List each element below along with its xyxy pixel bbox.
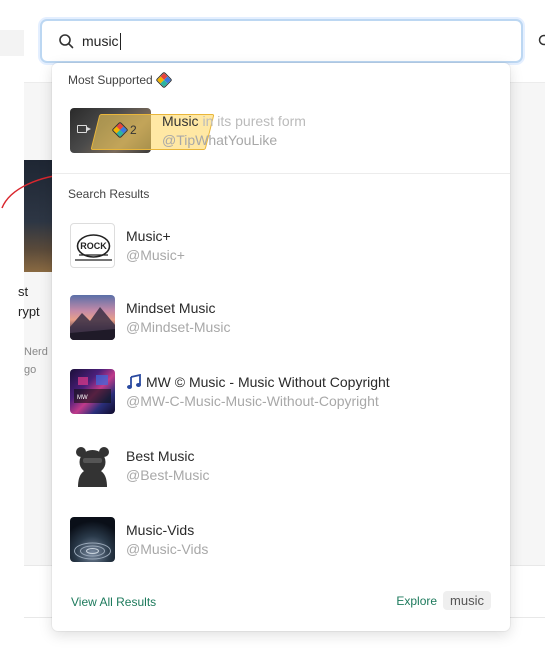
result-handle: @Music-Vids [126,540,209,557]
result-handle: @Mindset-Music [126,318,231,335]
result-handle: @Best-Music [126,466,210,483]
search-icon [59,34,74,49]
result-name: Music+ [126,227,171,244]
section-divider [52,173,510,174]
video-camera-icon [77,125,91,133]
svg-text:MW: MW [77,395,88,401]
title-rest: in its purest form [198,113,306,129]
explore-tag: music [443,591,491,610]
search-input[interactable]: music [82,33,119,49]
background-text: rypt [18,304,40,319]
background-text: st [18,284,29,299]
bear-silhouette-icon [70,443,115,488]
most-supported-handle: @TipWhatYouLike [162,132,278,148]
most-supported-label: Most Supported [68,73,153,87]
most-supported-header: Most Supported [68,71,173,89]
result-item[interactable]: Music-Vids @Music-Vids [70,517,208,562]
search-bar[interactable]: music [40,19,523,63]
result-item[interactable]: Best Music @Best-Music [70,443,209,488]
result-item[interactable]: Mindset Music @Mindset-Music [70,295,230,340]
result-handle: @Music+ [126,246,185,263]
music-note-icon [127,373,141,389]
support-diamond-icon [111,121,129,139]
support-count: 2 [130,123,137,137]
rock-logo-icon: ROCK [70,223,115,268]
result-name: Mindset Music [126,299,216,316]
svg-text:ROCK: ROCK [80,241,107,251]
background-strip [0,30,24,56]
support-badge: 2 [111,121,137,139]
most-supported-text: Music in its purest form @TipWhatYouLike [162,112,306,150]
view-all-results-link[interactable]: View All Results [71,595,156,609]
neon-studio-image: MW [70,369,115,414]
result-name: Music-Vids [126,521,195,538]
partial-icon[interactable] [537,32,545,48]
result-handle: @MW-C-Music-Music-Without-Copyright [126,392,379,409]
search-results-label: Search Results [68,187,150,201]
background-meta: go [24,364,37,376]
background-video-thumbnail[interactable] [24,160,52,272]
support-diamond-icon [155,71,173,89]
tunnel-image [70,517,115,562]
text-cursor [119,32,121,50]
title-match: Music [162,113,199,129]
result-item[interactable]: ROCK Music+ @Music+ [70,223,185,268]
background-meta: Nerd [24,346,48,358]
search-results-header: Search Results [68,187,149,201]
result-name: Best Music [126,447,195,464]
result-name: MW © Music - Music Without Copyright [146,373,390,390]
explore-link[interactable]: Explore music [396,591,491,610]
mountain-sunset-image [70,295,115,340]
most-supported-title: Music in its purest form [162,112,306,130]
search-dropdown: Most Supported 2 Music in its purest for… [52,63,510,631]
result-item[interactable]: MW MW © Music - Music Without Copyright … [70,369,390,414]
explore-label: Explore [396,593,438,608]
